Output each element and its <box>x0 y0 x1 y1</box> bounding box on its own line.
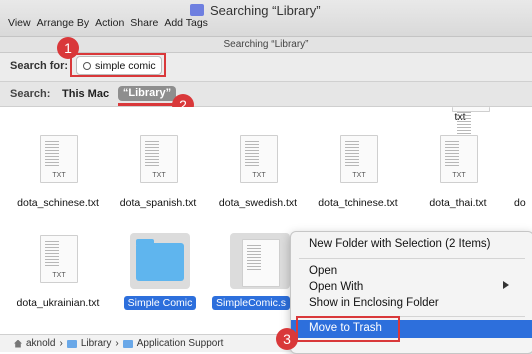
chevron-right-icon: › <box>59 338 63 349</box>
scope-library-underline <box>118 103 176 106</box>
toolbar-action[interactable]: Action <box>95 17 124 29</box>
step-badge-1: 1 <box>57 37 79 59</box>
window-subtitle: Searching “Library” <box>0 37 532 53</box>
step-badge-3: 3 <box>276 328 298 350</box>
scope-library[interactable]: “Library” <box>118 86 176 101</box>
search-highlight-box <box>70 53 166 77</box>
menu-item-open-with[interactable]: Open With <box>309 281 363 293</box>
path-item[interactable]: Application Support <box>137 338 224 349</box>
scope-label: Search: <box>10 88 51 100</box>
file-label[interactable]: dota_schinese.txt <box>8 197 108 209</box>
file-icon[interactable] <box>230 233 290 289</box>
folder-icon <box>66 339 77 348</box>
selected-file-label[interactable]: Simple Comic <box>110 296 210 310</box>
menu-item-show-in-enclosing-folder[interactable]: Show in Enclosing Folder <box>309 297 439 309</box>
menu-separator <box>299 258 525 259</box>
menu-item-open[interactable]: Open <box>309 265 337 277</box>
file-label[interactable]: dota_tchinese.txt <box>308 197 408 209</box>
smart-folder-icon <box>190 4 204 16</box>
path-item[interactable]: aknold <box>26 338 55 349</box>
file-label[interactable]: dota_spanish.txt <box>108 197 208 209</box>
scope-this-mac[interactable]: This Mac <box>62 88 109 100</box>
toolbar-add-tags[interactable]: Add Tags <box>164 17 208 29</box>
txt-file-icon[interactable]: TXT <box>240 135 278 183</box>
chevron-right-icon: › <box>115 338 119 349</box>
trash-highlight-box <box>296 316 400 342</box>
file-label-partial[interactable]: do <box>514 197 532 209</box>
folder-icon <box>122 339 133 348</box>
window-title-text: Searching “Library” <box>210 2 321 18</box>
toolbar-arrange-by[interactable]: Arrange By <box>37 17 90 29</box>
file-label[interactable]: dota_swedish.txt <box>208 197 308 209</box>
selected-file-label[interactable]: SimpleComic.s <box>212 296 292 310</box>
submenu-arrow-icon <box>503 281 509 289</box>
folder-icon[interactable] <box>130 233 190 289</box>
file-label[interactable]: dota_thai.txt <box>408 197 508 209</box>
txt-file-icon[interactable]: TXT <box>40 135 78 183</box>
toolbar-share[interactable]: Share <box>130 17 158 29</box>
menu-item-new-folder-with-selection[interactable]: New Folder with Selection (2 Items) <box>309 238 491 250</box>
home-icon <box>14 339 22 348</box>
toolbar-menu: View Arrange By Action Share Add Tags <box>8 17 208 29</box>
search-for-label: Search for: <box>10 60 69 72</box>
window-title: Searching “Library” <box>190 2 321 18</box>
file-label[interactable]: dota_ukrainian.txt <box>8 297 108 309</box>
txt-file-icon[interactable]: TXT <box>440 135 478 183</box>
txt-file-icon[interactable]: TXT <box>140 135 178 183</box>
path-item[interactable]: Library <box>81 338 112 349</box>
txt-file-icon[interactable]: TXT <box>40 235 78 283</box>
txt-file-icon[interactable]: TXT <box>340 135 378 183</box>
partial-file-icon <box>452 107 490 138</box>
toolbar-view[interactable]: View <box>8 17 31 29</box>
